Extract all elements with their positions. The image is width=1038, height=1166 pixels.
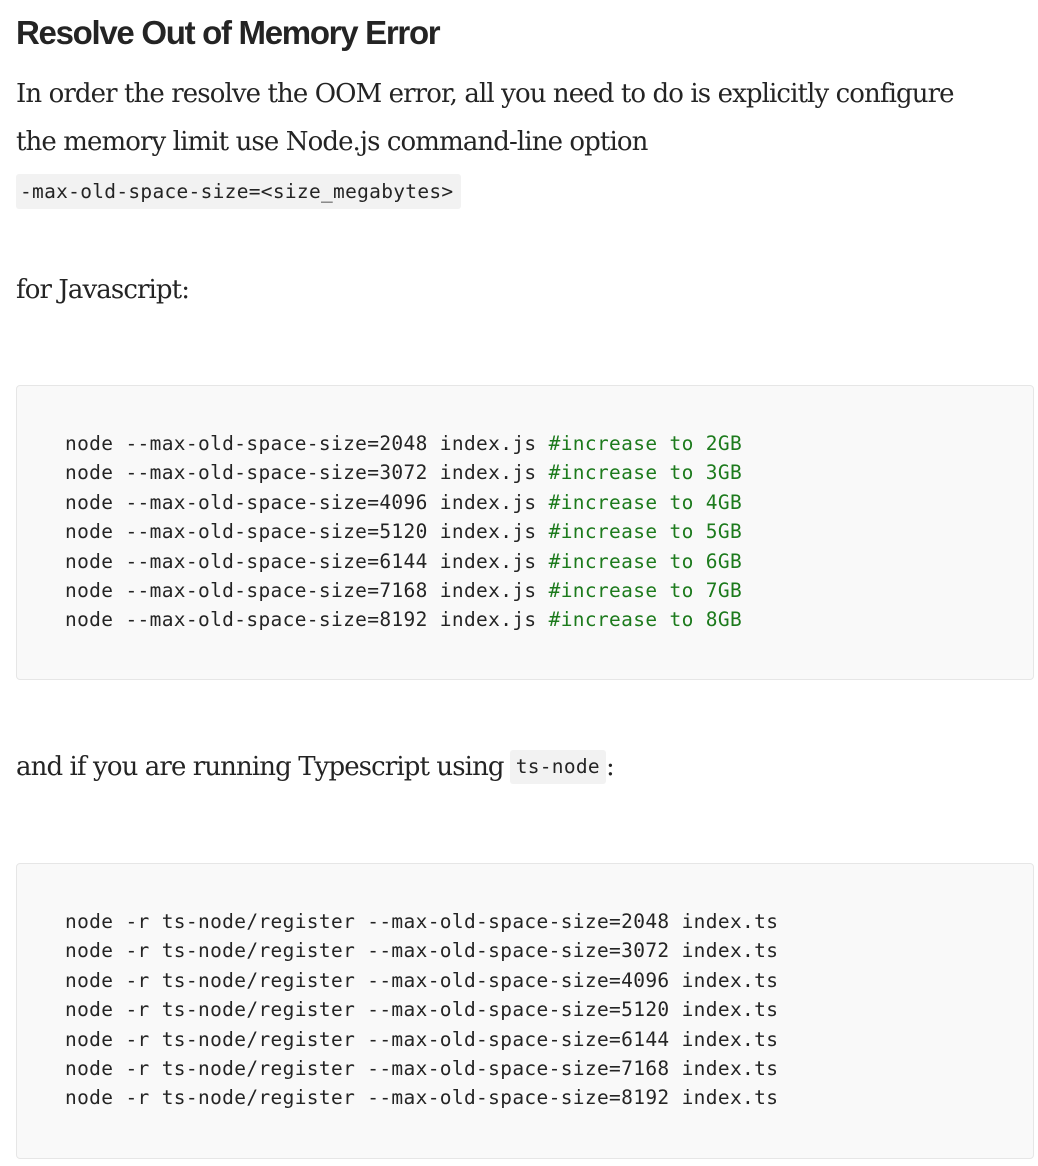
- ts-code-block: node -r ts-node/register --max-old-space…: [16, 863, 1034, 1159]
- js-code-line: node --max-old-space-size=3072 index.js …: [65, 458, 742, 487]
- code-comment: #increase to 4GB: [548, 490, 743, 514]
- ts-label-colon: :: [605, 752, 615, 782]
- code-text: node --max-old-space-size=6144 index.js: [65, 549, 549, 573]
- code-comment: #increase to 5GB: [548, 520, 743, 544]
- js-code-line: node --max-old-space-size=8192 index.js …: [65, 605, 742, 634]
- ts-code-lines: node -r ts-node/register --max-old-space…: [65, 907, 778, 1113]
- js-code-block: node --max-old-space-size=2048 index.js …: [16, 385, 1034, 680]
- code-text: node --max-old-space-size=8192 index.js: [65, 608, 549, 632]
- js-code-line: node --max-old-space-size=6144 index.js …: [65, 547, 742, 576]
- js-code-lines: node --max-old-space-size=2048 index.js …: [65, 429, 742, 635]
- code-text: node --max-old-space-size=2048 index.js: [65, 432, 549, 455]
- js-code-line: node --max-old-space-size=4096 index.js …: [65, 488, 742, 517]
- ts-label: and if you are running Typescript using t…: [16, 743, 615, 791]
- code-comment: #increase to 3GB: [548, 461, 743, 485]
- code-text: node --max-old-space-size=3072 index.js: [65, 461, 549, 485]
- ts-code-line: node -r ts-node/register --max-old-space…: [65, 939, 779, 963]
- ts-label-text: and if you are running Typescript using: [16, 752, 505, 782]
- option-inline-code: -max-old-space-size=<size_megabytes>: [16, 174, 462, 209]
- ts-code-line: node -r ts-node/register --max-old-space…: [65, 1086, 779, 1110]
- code-text: node --max-old-space-size=4096 index.js: [65, 490, 549, 514]
- code-text: node --max-old-space-size=7168 index.js: [65, 579, 549, 603]
- ts-code-line: node -r ts-node/register --max-old-space…: [65, 968, 779, 992]
- ts-code-line: node -r ts-node/register --max-old-space…: [65, 1027, 779, 1051]
- intro-line-1: In order the resolve the OOM error, all …: [16, 79, 955, 109]
- js-code-line: node --max-old-space-size=2048 index.js …: [65, 429, 742, 458]
- code-comment: #increase to 2GB: [548, 432, 743, 455]
- code-text: node --max-old-space-size=5120 index.js: [65, 520, 549, 544]
- ts-node-inline-code: ts-node: [509, 750, 606, 784]
- ts-code-line: node -r ts-node/register --max-old-space…: [65, 910, 779, 933]
- js-label: for Javascript:: [16, 275, 190, 305]
- ts-code-line: node -r ts-node/register --max-old-space…: [65, 998, 779, 1022]
- intro-line-2: the memory limit use Node.js command-lin…: [16, 127, 648, 157]
- ts-code-line: node -r ts-node/register --max-old-space…: [65, 1057, 779, 1081]
- js-code-line: node --max-old-space-size=5120 index.js …: [65, 517, 742, 546]
- js-code-line: node --max-old-space-size=7168 index.js …: [65, 576, 742, 605]
- intro-paragraph: In order the resolve the OOM error, all …: [16, 70, 955, 166]
- code-comment: #increase to 7GB: [548, 579, 743, 603]
- code-comment: #increase to 8GB: [548, 608, 743, 632]
- section-heading: Resolve Out of Memory Error: [16, 14, 441, 51]
- code-comment: #increase to 6GB: [548, 549, 743, 573]
